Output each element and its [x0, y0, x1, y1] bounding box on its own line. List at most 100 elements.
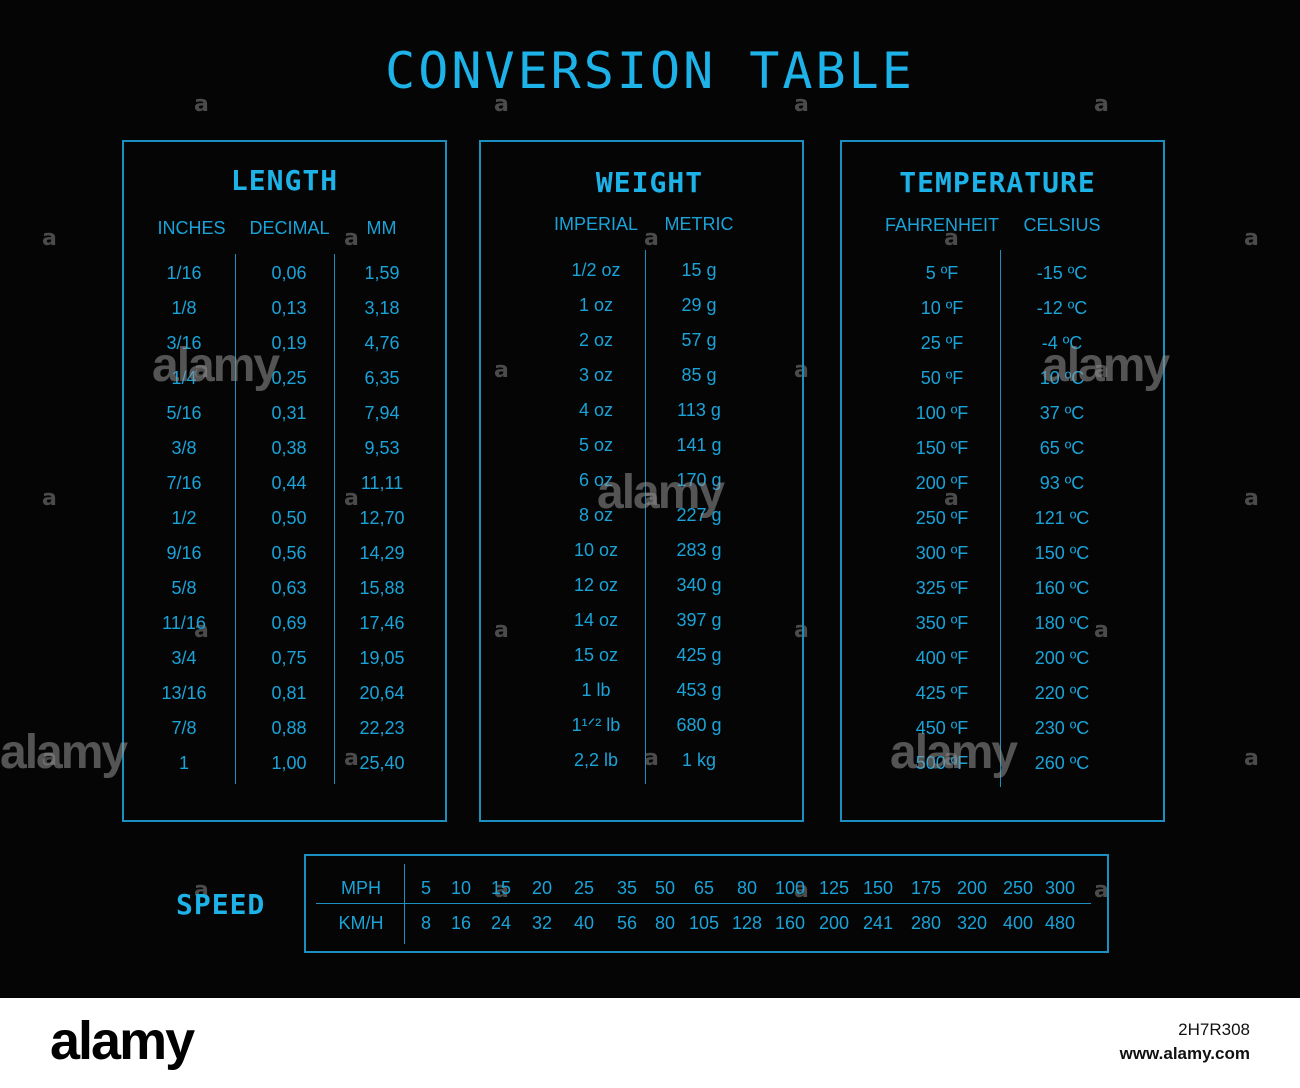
- weight-cell: 12 oz: [573, 575, 619, 595]
- speed-mph-value: 250: [1002, 878, 1034, 898]
- weight-cell: 29 g: [681, 295, 717, 315]
- length-cell: 0,81: [271, 683, 307, 703]
- temperature-cell: 250 ºF: [915, 508, 969, 528]
- length-cell: 25,40: [359, 753, 405, 773]
- weight-cell: 1¹ᐟ² lb: [571, 715, 621, 735]
- length-cell: 3/8: [171, 438, 197, 458]
- weight-cell: 680 g: [676, 715, 722, 735]
- length-cell: 0,63: [271, 578, 307, 598]
- watermark-logo: alamy: [0, 726, 128, 779]
- weight-cell: 15 g: [681, 260, 717, 280]
- length-cell: 0,38: [271, 438, 307, 458]
- speed-mph-value: 200: [956, 878, 988, 898]
- length-cell: 11/16: [162, 613, 206, 633]
- watermark-glyph: a: [1244, 746, 1259, 771]
- speed-kmh-value: 32: [531, 913, 553, 933]
- page-title: CONVERSION TABLE: [385, 42, 915, 100]
- length-cell: 14,29: [359, 543, 405, 563]
- speed-kmh-value: 40: [573, 913, 595, 933]
- length-cell: 0,75: [271, 648, 307, 668]
- weight-cell: 141 g: [676, 435, 722, 455]
- watermark-glyph: a: [1244, 486, 1259, 511]
- length-cell: 9/16: [166, 543, 202, 563]
- temperature-cell: 425 ºF: [915, 683, 969, 703]
- temperature-cell: 350 ºF: [915, 613, 969, 633]
- speed-mph-value: 300: [1044, 878, 1076, 898]
- weight-cell: 1 lb: [581, 680, 611, 700]
- temperature-cell: 230 ºC: [1034, 718, 1090, 738]
- weight-cell: 340 g: [676, 575, 722, 595]
- length-cell: 4,76: [364, 333, 400, 353]
- length-cell: 7,94: [364, 403, 400, 423]
- length-cell: 3,18: [364, 298, 400, 318]
- speed-mph-value: 10: [450, 878, 472, 898]
- weight-cell: 1 oz: [578, 295, 614, 315]
- temperature-cell: 400 ºF: [915, 648, 969, 668]
- length-cell: 1: [178, 753, 189, 773]
- temperature-cell: 160 ºC: [1034, 578, 1090, 598]
- speed-mph-label: MPH: [341, 878, 381, 898]
- length-column-header: INCHES: [157, 218, 226, 238]
- temperature-cell: 200 ºF: [915, 473, 969, 493]
- length-column-header: DECIMAL: [249, 218, 330, 238]
- length-cell: 19,05: [359, 648, 405, 668]
- length-cell: 1/2: [171, 508, 197, 528]
- length-title: LENGTH: [230, 164, 339, 197]
- length-cell: 12,70: [359, 508, 405, 528]
- speed-mph-value: 100: [774, 878, 806, 898]
- temperature-divider: [1000, 250, 1001, 787]
- temperature-cell: 150 ºC: [1034, 543, 1090, 563]
- length-cell: 0,50: [271, 508, 307, 528]
- watermark-logo: alamy: [1042, 339, 1170, 392]
- weight-cell: 14 oz: [573, 610, 619, 630]
- temperature-cell: 37 ºC: [1039, 403, 1085, 423]
- temperature-column-header: FAHRENHEIT: [884, 215, 999, 235]
- length-cell: 17,46: [359, 613, 405, 633]
- weight-cell: 2,2 lb: [573, 750, 619, 770]
- speed-kmh-value: 241: [862, 913, 894, 933]
- speed-kmh-value: 320: [956, 913, 988, 933]
- temperature-cell: -12 ºC: [1036, 298, 1088, 318]
- temperature-cell: 325 ºF: [915, 578, 969, 598]
- weight-column-header: IMPERIAL: [553, 214, 639, 234]
- temperature-cell: 93 ºC: [1039, 473, 1085, 493]
- temperature-title: TEMPERATURE: [899, 166, 1096, 199]
- length-cell: 22,23: [359, 718, 405, 738]
- temperature-cell: 220 ºC: [1034, 683, 1090, 703]
- weight-cell: 4 oz: [578, 400, 614, 420]
- temperature-cell: 65 ºC: [1039, 438, 1085, 458]
- length-cell: 7/8: [171, 718, 197, 738]
- speed-kmh-value: 160: [774, 913, 806, 933]
- length-cell: 0,13: [271, 298, 307, 318]
- weight-cell: 1/2 oz: [571, 260, 621, 280]
- speed-mph-value: 175: [910, 878, 942, 898]
- length-cell: 1,59: [364, 263, 400, 283]
- speed-kmh-value: 200: [818, 913, 850, 933]
- length-panel: LENGTH INCHES DECIMAL MM 1/16 0,06 1,59 1/8 0,1…: [122, 140, 447, 822]
- length-cell: 0,56: [271, 543, 307, 563]
- temperature-cell: 200 ºC: [1034, 648, 1090, 668]
- speed-mph-value: 150: [862, 878, 894, 898]
- speed-kmh-value: 105: [688, 913, 720, 933]
- length-cell: 13/16: [161, 683, 207, 703]
- speed-mph-value: 35: [616, 878, 638, 898]
- length-cell: 11,11: [360, 473, 404, 493]
- length-cell: 5/8: [171, 578, 197, 598]
- watermark-glyph: a: [42, 226, 57, 251]
- speed-title: SPEED: [176, 888, 266, 921]
- temperature-panel: TEMPERATURE FAHRENHEIT CELSIUS 5 ºF -15 ºC 1…: [840, 140, 1165, 822]
- speed-kmh-value: 24: [490, 913, 512, 933]
- temperature-cell: 5 ºF: [925, 263, 959, 283]
- temperature-cell: 10 ºF: [920, 298, 964, 318]
- length-cell: 0,06: [271, 263, 307, 283]
- length-cell: 20,64: [359, 683, 405, 703]
- weight-cell: 283 g: [676, 540, 722, 560]
- weight-cell: 85 g: [681, 365, 717, 385]
- speed-kmh-value: 128: [731, 913, 763, 933]
- length-cell: 1,00: [271, 753, 307, 773]
- watermark-glyph: a: [1244, 226, 1259, 251]
- temperature-cell: 180 ºC: [1034, 613, 1090, 633]
- temperature-cell: 150 ºF: [915, 438, 969, 458]
- speed-mph-value: 5: [420, 878, 431, 898]
- footer-logo: alamy: [50, 1011, 195, 1071]
